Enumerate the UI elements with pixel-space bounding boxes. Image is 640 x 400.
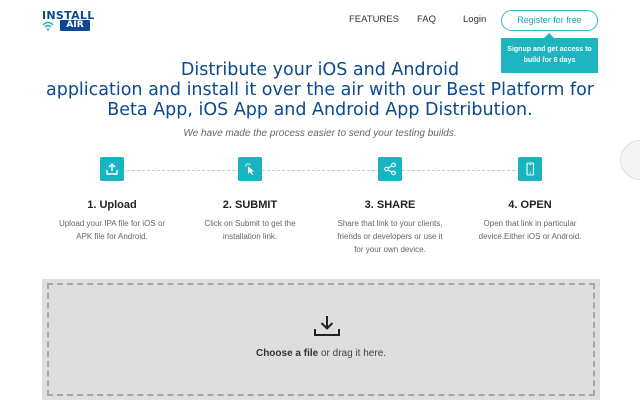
step-title: 4. OPEN bbox=[508, 199, 552, 211]
page: INSTALL AIR FEATURES FAQ Login Register … bbox=[0, 0, 640, 400]
wifi-icon bbox=[42, 21, 54, 31]
nav-faq[interactable]: FAQ bbox=[417, 14, 436, 25]
step-title: 3. SHARE bbox=[364, 199, 416, 211]
step-description: Share that link to your clients, friends… bbox=[337, 219, 443, 254]
hero-title: Distribute your iOS and Android applicat… bbox=[40, 60, 600, 120]
step-title: 1. Upload bbox=[87, 199, 137, 211]
step-share: 3. SHARE Share that link to your clients… bbox=[325, 157, 455, 256]
step-submit: 2. SUBMIT Click on Submit to get the ins… bbox=[185, 157, 315, 243]
phone-icon bbox=[518, 157, 542, 181]
step-title: 2. SUBMIT bbox=[222, 199, 278, 211]
logo[interactable]: INSTALL AIR bbox=[42, 9, 94, 31]
hero-title-line-1: Distribute your iOS and Android bbox=[180, 60, 460, 80]
step-open: 4. OPEN Open that link in particular dev… bbox=[465, 157, 595, 243]
hero-subtitle: We have made the process easier to send … bbox=[183, 128, 457, 139]
upload-dropzone: Choose a file or drag it here. bbox=[42, 279, 600, 400]
drag-hint: or drag it here. bbox=[318, 348, 387, 359]
register-button[interactable]: Register for free bbox=[501, 10, 598, 31]
download-icon bbox=[314, 316, 340, 336]
share-icon bbox=[378, 157, 402, 181]
step-description: Open that link in particular device.Eith… bbox=[478, 219, 582, 241]
logo-bottom: AIR bbox=[42, 20, 94, 31]
nav-features[interactable]: FEATURES bbox=[349, 14, 399, 25]
choose-file-link[interactable]: Choose a file bbox=[256, 348, 318, 359]
step-description: Upload your IPA file for iOS or APK file… bbox=[58, 219, 166, 241]
logo-text-bottom: AIR bbox=[60, 20, 90, 31]
hero-title-line-3: Beta App, iOS App and Android App Distri… bbox=[107, 100, 533, 120]
upload-text: Choose a file or drag it here. bbox=[49, 348, 593, 359]
step-description: Click on Submit to get the installation … bbox=[204, 219, 296, 241]
upload-icon bbox=[100, 157, 124, 181]
step-upload: 1. Upload Upload your IPA file for iOS o… bbox=[47, 157, 177, 243]
side-widget[interactable] bbox=[620, 140, 640, 180]
nav-login[interactable]: Login bbox=[463, 14, 486, 25]
hero-title-line-2: application and install it over the air … bbox=[45, 80, 594, 100]
file-drop-area[interactable]: Choose a file or drag it here. bbox=[47, 283, 595, 396]
cursor-click-icon bbox=[238, 157, 262, 181]
